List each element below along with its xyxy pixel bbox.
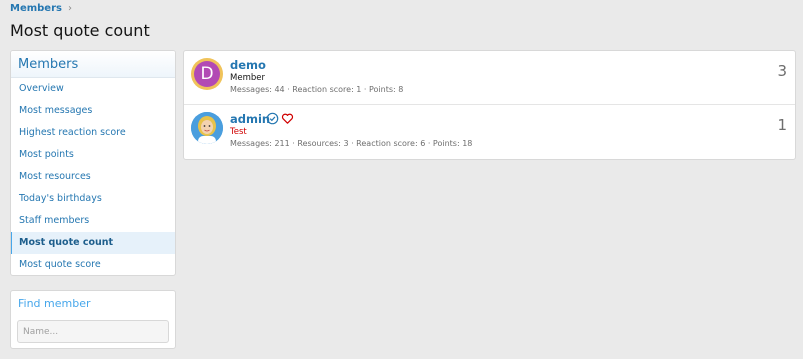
nav-item-most-quote-score[interactable]: Most quote score [11,254,175,275]
members-nav-block: Members Overview Most messages Highest r… [10,50,176,276]
nav-item-most-messages[interactable]: Most messages [11,100,175,122]
breadcrumb-members-link[interactable]: Members [10,3,62,14]
avatar-letter: D [194,61,220,87]
nav-item-most-quote-count[interactable]: Most quote count [11,232,175,254]
nav-item-most-points[interactable]: Most points [11,144,175,166]
find-member-title: Find member [18,297,91,310]
member-stats: Messages: 211 · Resources: 3 · Reaction … [230,139,473,148]
member-user-title: Member [230,73,265,83]
nav-item-highest-reaction-score[interactable]: Highest reaction score [11,122,175,144]
member-list: D demo Member Messages: 44 · Reaction sc… [183,50,796,160]
member-row-demo: D demo Member Messages: 44 · Reaction sc… [184,51,795,105]
member-username[interactable]: demo [230,58,266,72]
avatar-admin[interactable] [191,112,223,144]
verified-check-icon [266,112,279,125]
member-row-admin: admin Test Messages: 211 · Resources: 3 … [184,105,795,159]
admin-avatar-image [191,112,223,144]
nav-item-overview[interactable]: Overview [11,78,175,100]
find-member-block: Find member [10,290,176,349]
member-username[interactable]: admin [230,112,270,126]
member-quote-count: 3 [777,62,787,80]
nav-item-staff-members[interactable]: Staff members [11,210,175,232]
avatar-demo[interactable]: D [191,58,223,90]
nav-header: Members [11,51,175,78]
member-quote-count: 1 [777,116,787,134]
nav-item-most-resources[interactable]: Most resources [11,166,175,188]
find-member-input[interactable] [17,320,169,343]
breadcrumb: Members › [10,3,72,14]
breadcrumb-separator: › [67,3,72,14]
heart-icon [281,113,294,124]
member-user-title: Test [230,127,247,137]
page-title: Most quote count [10,21,150,40]
member-stats: Messages: 44 · Reaction score: 1 · Point… [230,85,404,94]
nav-item-todays-birthdays[interactable]: Today's birthdays [11,188,175,210]
